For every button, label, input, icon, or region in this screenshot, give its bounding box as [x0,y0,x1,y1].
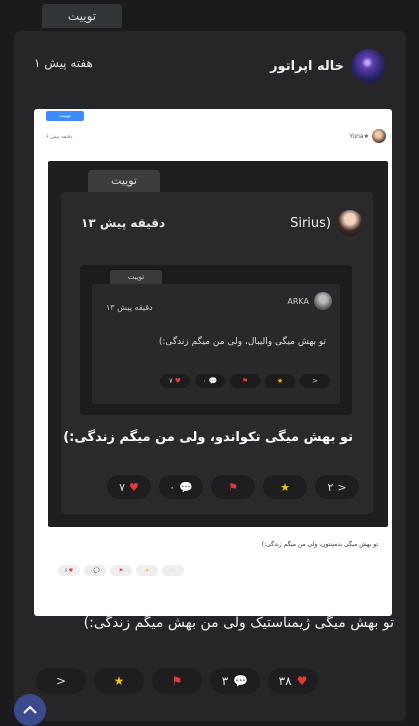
flag-icon: ⚑ [228,480,238,494]
quoted-like-count: ۷ [119,480,126,494]
nested-likes: ♥ ۷ [160,374,190,388]
attached-screenshot[interactable]: توییت ★Yuna ۶ دقیقه پیش توییت (Sirius ۱۳… [34,109,392,616]
share-icon: < [337,480,347,494]
share-icon: < [55,674,67,688]
screenshot-author-name: ★Yuna [349,132,369,140]
star-icon: ★ [113,674,125,688]
comment-icon: 💬 [233,674,249,688]
screenshot-actions: < ★ ⚑ 💬 ۰ ♥ ۶ [58,565,184,576]
quoted-time: ۱۳ دقیقه پیش [81,216,166,230]
post-time: ۱ هفته پیش [34,56,93,70]
nested-author: ARKA [287,292,332,310]
nested-like-count: ۷ [168,377,173,385]
nested-actions: < ★ ⚑ 💬 ۰ ♥ ۷ [160,374,330,388]
screenshot-comments: 💬 ۰ [84,565,106,576]
comment-count: ۳ [221,674,229,688]
screenshot-caption: تو بهش میگی بدمینتون، ولی من میگم زندگی:… [261,541,378,548]
screenshot-time: ۶ دقیقه پیش [46,134,73,140]
quoted-flag: ⚑ [211,475,255,499]
favorite-button[interactable]: ★ [94,668,144,694]
screenshot-tab: توییت [46,111,84,121]
quoted-likes: ♥ ۷ [107,475,151,499]
screenshot-author: ★Yuna [349,129,386,143]
post-author[interactable]: خاله اپراتور [270,49,386,83]
quoted-comment-count: ۰ [169,480,176,494]
quoted-post-frame: توییت (Sirius ۱۳ دقیقه پیش توییت ARKA ۱۳… [48,161,388,527]
nested-text: تو بهش میگی والیبال، ولی من میگم زندگی:) [158,337,326,347]
scroll-to-top-button[interactable] [14,694,46,726]
tweet-tab[interactable]: توییت [42,4,122,28]
screenshot-like-count: ۶ [64,567,68,574]
comment-icon: 💬 [208,377,218,385]
star-icon: ★ [276,377,284,385]
like-button[interactable]: ♥ ۳۸ [268,668,318,694]
nested-author-name: ARKA [287,296,309,306]
flag-icon: ⚑ [241,377,249,385]
nested-avatar [314,292,332,310]
nested-post: ARKA ۱۳ دقیقه پیش تو بهش میگی والیبال، و… [92,284,340,404]
share-icon: < [170,567,176,574]
post-text: تو بهش میگی ژیمناستیک ولی من بهش میگم زن… [83,615,394,631]
quoted-text: تو بهش میگی تکواندو، ولی من میگم زندگی:) [63,430,353,445]
quoted-star: ★ [263,475,307,499]
screenshot-comment-count: ۰ [90,567,93,574]
heart-icon: ♥ [174,377,182,385]
nested-star: ★ [265,374,295,388]
report-button[interactable]: ⚑ [152,668,202,694]
quoted-post: (Sirius ۱۳ دقیقه پیش توییت ARKA ۱۳ دقیقه… [61,192,373,514]
nested-flag: ⚑ [230,374,260,388]
share-button[interactable]: < [36,668,86,694]
avatar[interactable] [352,49,386,83]
quoted-author: (Sirius [290,210,363,236]
screenshot-share: < [162,565,184,576]
quoted-comments: 💬 ۰ [159,475,203,499]
star-icon: ★ [144,567,150,574]
screenshot-avatar [372,129,386,143]
nested-time: ۱۳ دقیقه پیش [106,303,153,312]
post-actions: ♥ ۳۸ 💬 ۳ ⚑ ★ < [36,668,318,694]
heart-icon: ♥ [296,674,308,688]
nested-tab: توییت [110,270,162,284]
comment-button[interactable]: 💬 ۳ [210,668,260,694]
quoted-author-name: (Sirius [290,215,331,231]
nested-comments: 💬 ۰ [195,374,225,388]
like-count: ۳۸ [278,674,292,688]
star-icon: ★ [280,480,290,494]
heart-icon: ♥ [68,567,74,574]
flag-icon: ⚑ [118,567,124,574]
screenshot-flag: ⚑ [110,565,132,576]
chevron-up-icon [23,705,37,714]
author-name[interactable]: خاله اپراتور [270,59,344,74]
nested-share: < [300,374,330,388]
nested-comment-count: ۰ [202,377,207,385]
flag-icon: ⚑ [171,674,183,688]
heart-icon: ♥ [129,480,139,494]
comment-icon: 💬 [93,567,100,574]
quoted-avatar [337,210,363,236]
quoted-actions: <۲ ★ ⚑ 💬 ۰ ♥ ۷ [107,475,359,499]
quoted-tab: توییت [88,170,160,192]
quoted-share: <۲ [315,475,359,499]
quoted-share-count: ۲ [327,480,334,494]
post-card: خاله اپراتور ۱ هفته پیش توییت ★Yuna ۶ دق… [14,31,406,721]
screenshot-star: ★ [136,565,158,576]
screenshot-likes: ♥ ۶ [58,565,80,576]
comment-icon: 💬 [179,480,193,494]
share-icon: < [312,377,318,385]
nested-quote-frame: توییت ARKA ۱۳ دقیقه پیش تو بهش میگی والی… [80,265,352,415]
